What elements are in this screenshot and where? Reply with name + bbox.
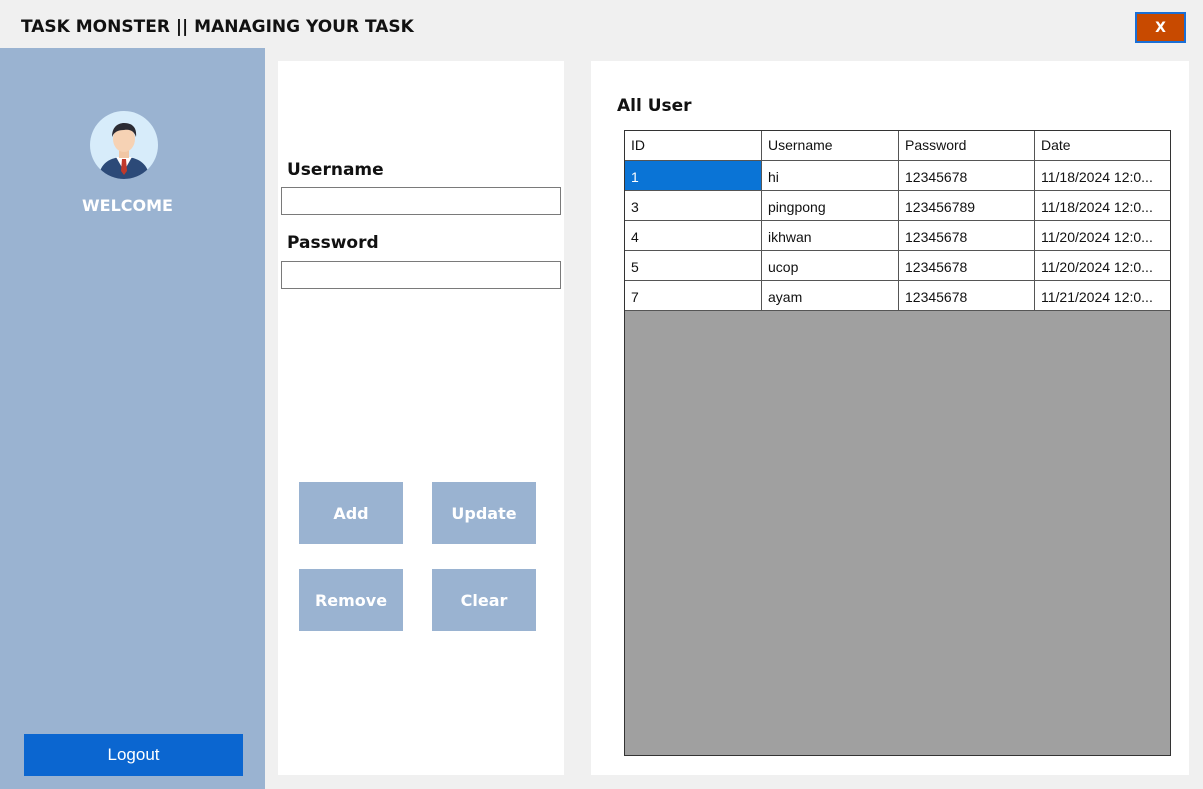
column-header-username[interactable]: Username: [762, 131, 899, 161]
cell-username[interactable]: hi: [762, 161, 899, 191]
cell-date[interactable]: 11/18/2024 12:0...: [1035, 161, 1170, 191]
cell-date[interactable]: 11/20/2024 12:0...: [1035, 221, 1170, 251]
add-button[interactable]: Add: [299, 482, 403, 544]
cell-id[interactable]: 7: [625, 281, 762, 311]
title-bar: TASK MONSTER || MANAGING YOUR TASK X: [0, 0, 1203, 48]
users-data-grid[interactable]: ID Username Password Date 1 hi 12345678 …: [624, 130, 1171, 756]
cell-username[interactable]: ayam: [762, 281, 899, 311]
username-input[interactable]: [281, 187, 561, 215]
logout-button[interactable]: Logout: [24, 734, 243, 776]
cell-date[interactable]: 11/20/2024 12:0...: [1035, 251, 1170, 281]
table-row[interactable]: 5 ucop 12345678 11/20/2024 12:0...: [625, 251, 1170, 281]
cell-date[interactable]: 11/21/2024 12:0...: [1035, 281, 1170, 311]
username-label: Username: [287, 160, 384, 180]
cell-password[interactable]: 12345678: [899, 251, 1035, 281]
sidebar: WELCOME Logout: [0, 48, 265, 789]
cell-date[interactable]: 11/18/2024 12:0...: [1035, 191, 1170, 221]
app-title: TASK MONSTER || MANAGING YOUR TASK: [21, 17, 414, 37]
cell-username[interactable]: pingpong: [762, 191, 899, 221]
cell-password[interactable]: 12345678: [899, 281, 1035, 311]
column-header-id[interactable]: ID: [625, 131, 762, 161]
table-row[interactable]: 3 pingpong 123456789 11/18/2024 12:0...: [625, 191, 1170, 221]
cell-password[interactable]: 123456789: [899, 191, 1035, 221]
table-row[interactable]: 1 hi 12345678 11/18/2024 12:0...: [625, 161, 1170, 191]
table-title: All User: [617, 96, 692, 116]
welcome-label: WELCOME: [82, 196, 173, 215]
close-button[interactable]: X: [1135, 12, 1186, 43]
cell-username[interactable]: ikhwan: [762, 221, 899, 251]
table-row[interactable]: 7 ayam 12345678 11/21/2024 12:0...: [625, 281, 1170, 311]
cell-id[interactable]: 1: [625, 161, 762, 191]
table-row[interactable]: 4 ikhwan 12345678 11/20/2024 12:0...: [625, 221, 1170, 251]
password-input[interactable]: [281, 261, 561, 289]
remove-button[interactable]: Remove: [299, 569, 403, 631]
user-avatar-icon: [90, 111, 158, 179]
clear-button[interactable]: Clear: [432, 569, 536, 631]
table-header-row: ID Username Password Date: [625, 131, 1170, 161]
cell-id[interactable]: 3: [625, 191, 762, 221]
cell-id[interactable]: 5: [625, 251, 762, 281]
cell-password[interactable]: 12345678: [899, 161, 1035, 191]
update-button[interactable]: Update: [432, 482, 536, 544]
cell-username[interactable]: ucop: [762, 251, 899, 281]
password-label: Password: [287, 233, 379, 253]
cell-password[interactable]: 12345678: [899, 221, 1035, 251]
user-form-panel: Username Password Add Update Remove Clea…: [278, 61, 564, 775]
users-table-panel: All User ID Username Password Date 1 hi …: [591, 61, 1189, 775]
cell-id[interactable]: 4: [625, 221, 762, 251]
column-header-date[interactable]: Date: [1035, 131, 1170, 161]
column-header-password[interactable]: Password: [899, 131, 1035, 161]
